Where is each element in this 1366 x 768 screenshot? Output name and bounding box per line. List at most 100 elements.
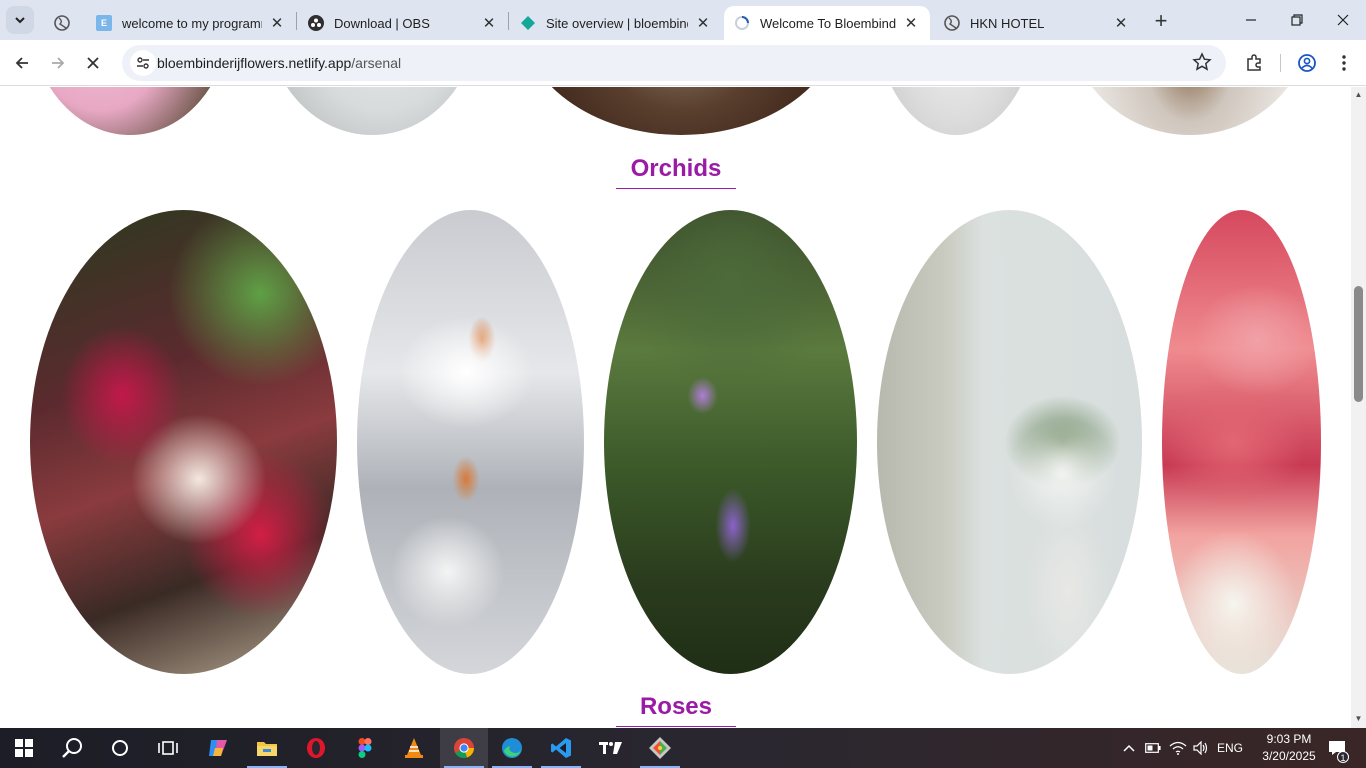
orchid-photo-wild-meadow[interactable] [604,210,857,674]
browser-toolbar: bloembinderijflowers.netlify.app/arsenal [0,40,1366,86]
url-host: bloembinderijflowers.netlify.app [157,55,352,71]
copilot-icon [209,740,227,756]
figma-logo-icon [358,738,372,758]
arrow-right-icon [52,57,65,69]
toolbar-divider [1280,54,1281,72]
file-explorer-button[interactable] [243,728,291,768]
close-icon[interactable]: ✕ [694,14,712,32]
profile-avatar-icon [1298,54,1316,72]
search-button[interactable] [48,728,96,768]
chrome-button[interactable] [440,728,488,768]
clock-date: 3/20/2025 [1262,749,1316,763]
tab-welcome-programm[interactable]: E welcome to my programm ✕ [86,6,296,40]
globe-favicon-icon [944,15,960,31]
task-view-button[interactable] [144,728,192,768]
chevron-up-icon [1123,744,1135,752]
close-icon[interactable]: ✕ [268,14,286,32]
close-icon[interactable]: ✕ [1112,14,1130,32]
profile-button[interactable] [1292,48,1322,78]
globe-icon [54,15,70,31]
start-button[interactable] [0,728,48,768]
tab-title: HKN HOTEL [970,15,1045,31]
close-icon[interactable]: ✕ [480,14,498,32]
url-text: bloembinderijflowers.netlify.app/arsenal [157,55,401,71]
stop-loading-button[interactable] [78,48,108,78]
tab-title: Welcome To Bloembinderij [760,15,896,31]
flower-photo-dark-jar [520,87,842,135]
git-gui-button[interactable] [636,728,684,768]
tab-divider [508,12,509,30]
orchid-photo-pink-bloom[interactable] [1162,210,1321,674]
tab-title: Site overview | bloembinde [546,15,688,31]
close-window-button[interactable] [1320,0,1366,40]
puzzle-icon [1247,54,1261,71]
language-indicator[interactable]: ENG [1214,728,1246,768]
page-scrollbar[interactable]: ▲ ▼ [1351,87,1366,728]
system-clock[interactable]: 9:03 PM 3/20/2025 [1254,731,1324,765]
show-hidden-icons-button[interactable] [1118,728,1140,768]
figma-button[interactable] [341,728,389,768]
battery-status[interactable] [1142,728,1164,768]
site-info-icon[interactable] [130,50,156,76]
windows-taskbar: ENG 9:03 PM 3/20/2025 1 [0,728,1366,768]
cortana-circle-icon [112,740,128,756]
copilot-button[interactable] [194,728,242,768]
arrow-left-icon [15,57,28,69]
orchid-photo-table-arrangement[interactable] [30,210,337,674]
notification-count-badge: 1 [1337,751,1349,763]
flower-photo-grey-marble [876,87,1036,135]
restore-button[interactable] [1274,0,1320,40]
pinned-tab[interactable] [44,6,78,40]
blog-favicon-icon: E [96,15,112,31]
scrollbar-thumb[interactable] [1354,286,1363,402]
tab-download-obs[interactable]: Download | OBS ✕ [298,6,508,40]
wifi-icon [1169,741,1187,755]
kebab-menu-icon [1342,55,1346,71]
tab-search-button[interactable] [6,6,34,34]
orchid-photo-white-vase[interactable] [877,210,1142,674]
back-button[interactable] [7,48,37,78]
tab-welcome-bloembinderij[interactable]: Welcome To Bloembinderij ✕ [724,6,930,40]
volume-control[interactable] [1190,728,1212,768]
scroll-up-arrow-icon[interactable]: ▲ [1354,90,1363,99]
vlc-button[interactable] [390,728,438,768]
bookmark-star-icon[interactable] [1192,52,1214,74]
heading-underline [616,188,736,189]
forward-button[interactable] [43,48,73,78]
minimize-button[interactable] [1228,0,1274,40]
edge-logo-icon [502,738,522,758]
tab-hkn-hotel[interactable]: HKN HOTEL ✕ [934,6,1140,40]
address-bar[interactable]: bloembinderijflowers.netlify.app/arsenal [122,45,1226,81]
clock-time: 9:03 PM [1266,732,1312,746]
vscode-logo-icon [551,738,571,758]
opera-button[interactable] [292,728,340,768]
close-icon [87,57,99,69]
tradingview-button[interactable] [587,728,635,768]
tab-divider [296,12,297,30]
scroll-down-arrow-icon[interactable]: ▼ [1354,714,1363,723]
tab-site-overview[interactable]: Site overview | bloembinde ✕ [510,6,722,40]
section-heading-orchids: Orchids [630,155,722,182]
flower-photo-pink-bouquet [30,87,230,135]
new-tab-button[interactable]: + [1148,8,1174,34]
chevron-down-icon [15,17,25,24]
windows-logo-icon [15,739,33,757]
git-diamond-icon [649,737,671,759]
action-center-button[interactable]: 1 [1322,728,1352,768]
folder-icon [257,742,277,756]
extensions-button[interactable] [1239,48,1269,78]
section-heading-roses: Roses [639,693,713,720]
speaker-icon [1193,741,1208,755]
menu-button[interactable] [1329,48,1359,78]
vscode-button[interactable] [537,728,585,768]
close-icon[interactable]: ✕ [902,14,920,32]
plus-icon: + [1154,8,1168,33]
battery-icon [1145,743,1161,753]
heading-underline [616,726,736,727]
cortana-button[interactable] [96,728,144,768]
orchid-photo-white-closeup[interactable] [357,210,584,674]
obs-favicon-icon [308,15,324,31]
page-viewport: Orchids Roses ▲ ▼ [0,87,1366,728]
network-status[interactable] [1166,728,1190,768]
edge-button[interactable] [488,728,536,768]
